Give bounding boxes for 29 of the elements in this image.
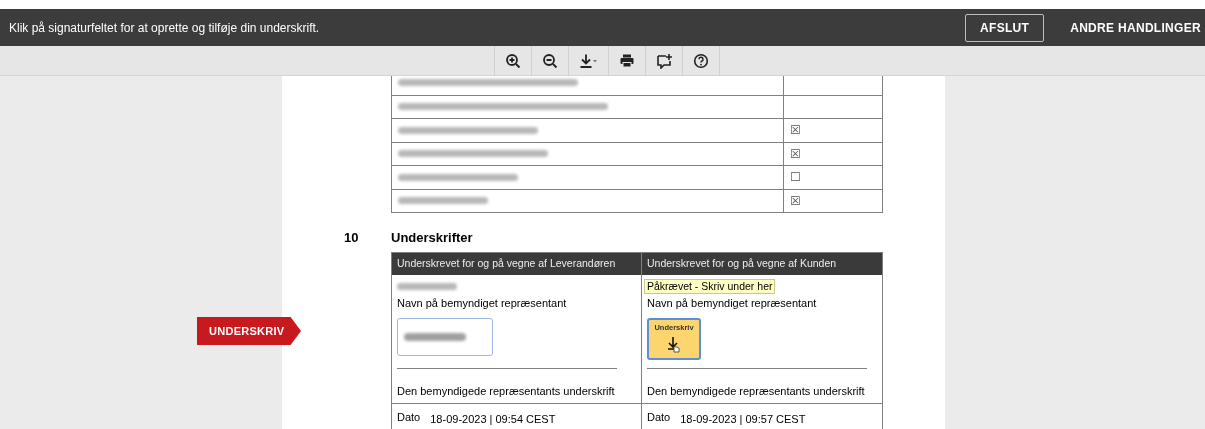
add-comment-icon[interactable] [655,52,672,69]
zoom-out-icon[interactable] [541,52,558,69]
date-label: Dato [647,410,671,425]
column-header: Underskrevet for og på vegne af Leverandøren [392,253,641,275]
instruction-text: Klik på signaturfeltet for at oprette og tilføje din underskrift. [9,19,320,37]
download-icon[interactable] [578,52,598,69]
print-icon[interactable] [618,52,635,69]
date-value: 18-09-2023 | 09:54 CEST [430,412,556,427]
sign-marker-tag[interactable]: UNDERSKRIV [197,317,301,345]
name-label: Navn på bemyndiget repræsentant [647,296,818,311]
checkbox-mark: ☒ [790,124,801,137]
section-number: 10 [344,229,360,248]
help-icon[interactable] [692,52,709,69]
date-label: Dato [397,410,421,425]
checkbox-mark: ☒ [790,147,801,160]
section-title: Underskrifter [391,229,473,248]
zoom-in-icon[interactable] [504,52,521,69]
tooltip: Påkrævet - Skriv under her [644,279,776,294]
signature-label: Den bemyndigede repræsentants underskrift [647,383,866,399]
checkbox-mark: ☒ [790,194,801,207]
more-actions-button[interactable]: ANDRE HANDLINGER [1070,18,1201,37]
date-value: 18-09-2023 | 09:57 CEST [680,412,806,427]
column-header: Underskrevet for og på vegne af Kunden [642,253,882,275]
blurred-text [397,283,457,290]
pointer-hand-icon [665,335,683,354]
finish-button[interactable]: AFSLUT [965,13,1045,42]
checkbox-mark: ☐ [790,171,801,184]
signature-label: Den bemyndigede repræsentants underskrift [397,383,616,399]
name-label: Navn på bemyndiget repræsentant [397,296,568,311]
